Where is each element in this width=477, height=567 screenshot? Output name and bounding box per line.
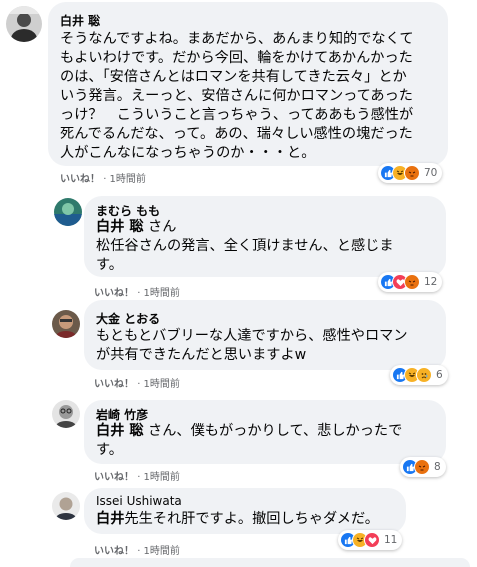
- like-link[interactable]: いいね！: [94, 379, 134, 390]
- comment-actions: いいね！ · 1時間前: [94, 468, 180, 483]
- avatar[interactable]: [6, 6, 42, 42]
- comment-actions: いいね！ · 1時間前: [94, 375, 180, 390]
- comment-timestamp[interactable]: 1時間前: [144, 288, 180, 299]
- next-comment-bubble-edge: [70, 558, 470, 567]
- mention-link[interactable]: 白井 聡: [96, 423, 144, 439]
- reaction-summary[interactable]: 70: [378, 163, 443, 183]
- comment-text: 白井 聡 さん、僕もがっかりして、悲しかったで す。: [96, 422, 442, 460]
- mention-link[interactable]: 白井: [96, 511, 124, 527]
- avatar[interactable]: [54, 198, 82, 226]
- comment-line: 白井先生それ肝ですよ。撤回しちゃダメだ。: [96, 510, 402, 529]
- comment-line: もよいわけです。だから今回、輪をかけてあかんかった: [60, 50, 413, 66]
- comment-line: 白井 聡 さん: [96, 218, 442, 237]
- avatar[interactable]: [52, 400, 80, 428]
- avatar[interactable]: [52, 492, 80, 520]
- angry-icon: [404, 274, 420, 290]
- comment-line: 死んでるんだな、って。あの、瑞々しい感性の塊だった: [60, 126, 413, 142]
- comment-author[interactable]: まむら もも: [96, 202, 160, 219]
- sad-icon: [416, 367, 432, 383]
- reaction-summary[interactable]: 6: [390, 365, 448, 385]
- comment-author[interactable]: 白井 聡: [60, 12, 100, 29]
- reaction-count: 70: [424, 167, 438, 179]
- comment-line: 人がこんなになっちゃうのか・・・と。: [60, 145, 316, 161]
- comment-line: のは、「安倍さんとはロマンを共有してきた云々」とか: [60, 69, 407, 85]
- comment-timestamp[interactable]: 1時間前: [144, 546, 180, 557]
- comment-actions: いいね！ · 1時間前: [94, 284, 180, 299]
- comment-bubble: Issei Ushiwata 白井先生それ肝ですよ。撤回しちゃダメだ。: [84, 488, 406, 534]
- comment-bubble: 大金 とおる もともとバブリーな人達ですから、感性やロマン が共有できたんだと思…: [84, 300, 446, 370]
- comment-line: す。: [96, 442, 123, 458]
- reaction-count: 12: [424, 276, 438, 288]
- love-icon: [364, 532, 380, 548]
- comment-bubble: 岩崎 竹彦 白井 聡 さん、僕もがっかりして、悲しかったで す。: [84, 400, 446, 464]
- reaction-summary[interactable]: 8: [400, 457, 446, 477]
- comment-actions: いいね！ · 1時間前: [94, 542, 180, 557]
- reaction-count: 11: [384, 534, 398, 546]
- comment-timestamp[interactable]: 1時間前: [144, 379, 180, 390]
- comment-actions: いいね！ · 1時間前: [60, 170, 146, 185]
- reaction-summary[interactable]: 12: [378, 272, 443, 292]
- like-link[interactable]: いいね！: [94, 546, 134, 557]
- comment-author[interactable]: 大金 とおる: [96, 310, 160, 327]
- comment-line: っけ？ こういうこと言っちゃう、ってああもう感性が: [60, 107, 414, 123]
- angry-icon: [404, 165, 420, 181]
- comment-line: が共有できたんだと思いますよw: [96, 347, 307, 363]
- comment-line: いう発言。えーっと、安倍さんに何かロマンってあった: [60, 88, 413, 104]
- comment-bubble: 白井 聡 そうなんですよね。まあだから、あんまり知的でなくて もよいわけです。だ…: [48, 2, 448, 166]
- comment-text: そうなんですよね。まあだから、あんまり知的でなくて もよいわけです。だから今回、…: [60, 30, 444, 163]
- comment-line: そうなんですよね。まあだから、あんまり知的でなくて: [60, 31, 414, 47]
- reaction-summary[interactable]: 11: [338, 530, 403, 550]
- comment-line-text: さん、僕もがっかりして、悲しかったで: [143, 423, 403, 439]
- comment-timestamp[interactable]: 1時間前: [144, 472, 180, 483]
- comment-line-text: 先生それ肝ですよ。撤回しちゃダメだ。: [124, 511, 379, 527]
- like-link[interactable]: いいね！: [60, 174, 100, 185]
- reaction-count: 8: [434, 461, 441, 473]
- comment-author[interactable]: 岩崎 竹彦: [96, 406, 148, 423]
- angry-icon: [414, 459, 430, 475]
- comment-author[interactable]: Issei Ushiwata: [96, 494, 182, 508]
- avatar[interactable]: [52, 310, 80, 338]
- reaction-count: 6: [436, 369, 443, 381]
- comment-line: 松任谷さんの発言、全く頂けません、と感じま: [96, 238, 394, 254]
- like-link[interactable]: いいね！: [94, 472, 134, 483]
- comment-line: 白井 聡 さん、僕もがっかりして、悲しかったで: [96, 422, 442, 441]
- comment-line-text: さん: [143, 219, 177, 235]
- comment-timestamp[interactable]: 1時間前: [110, 174, 146, 185]
- like-link[interactable]: いいね！: [94, 288, 134, 299]
- comment-text: 白井先生それ肝ですよ。撤回しちゃダメだ。: [96, 510, 402, 529]
- comment-line: もともとバブリーな人達ですから、感性やロマン: [96, 328, 408, 344]
- comment-text: もともとバブリーな人達ですから、感性やロマン が共有できたんだと思いますよw: [96, 327, 442, 365]
- comment-bubble: まむら もも 白井 聡 さん 松任谷さんの発言、全く頂けません、と感じま す。: [84, 196, 446, 277]
- comment-text: 白井 聡 さん 松任谷さんの発言、全く頂けません、と感じま す。: [96, 218, 442, 275]
- mention-link[interactable]: 白井 聡: [96, 219, 144, 235]
